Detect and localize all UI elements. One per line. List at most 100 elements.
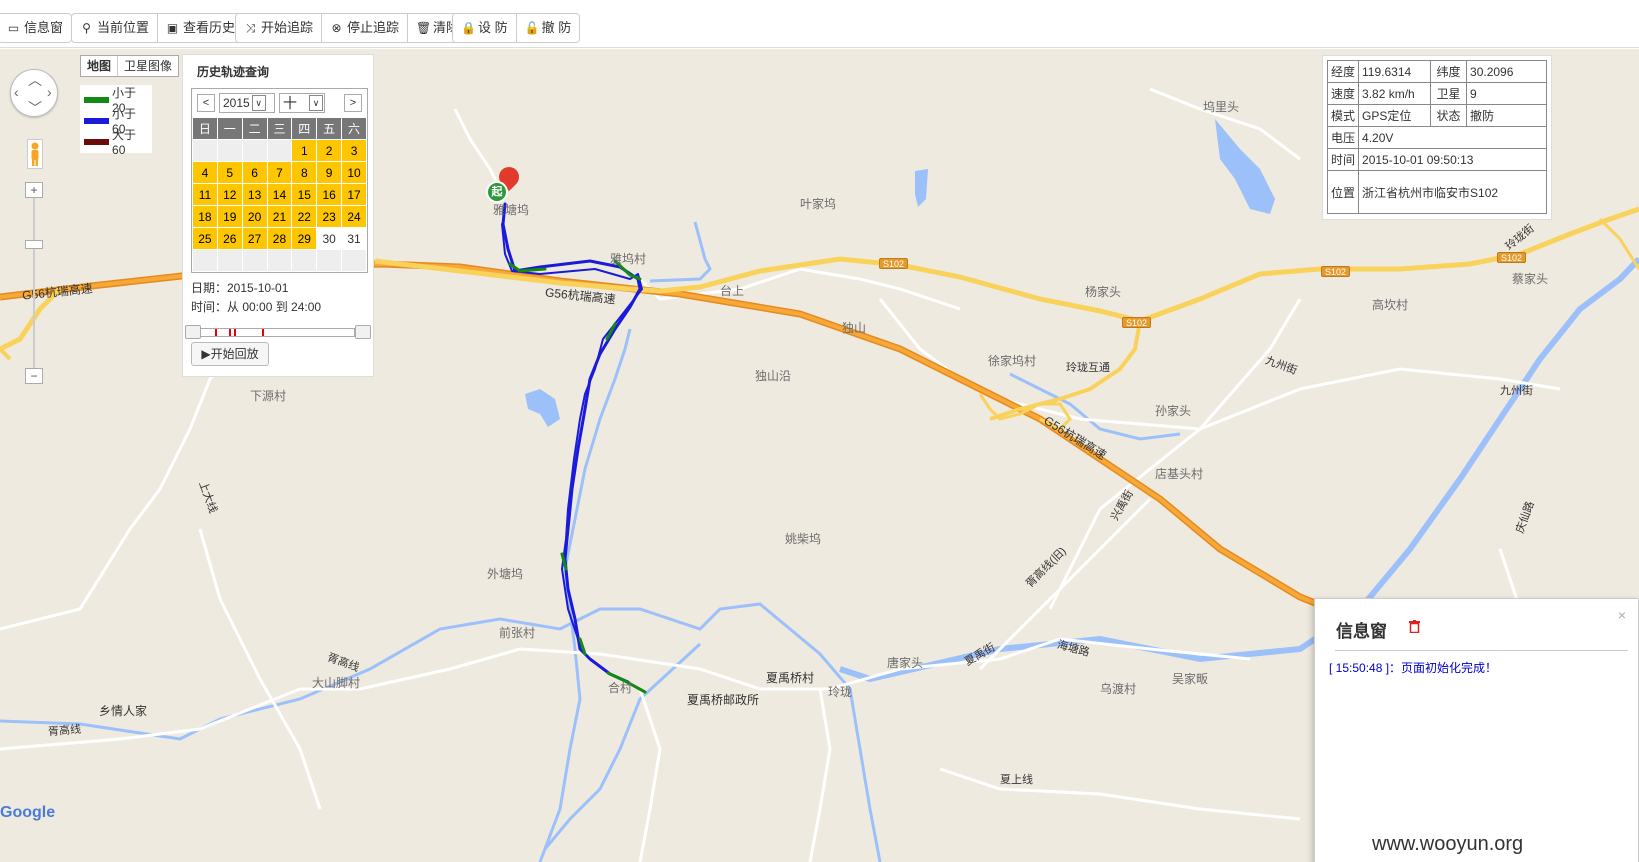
calendar-day[interactable]: 6 [241, 161, 268, 184]
calendar-day[interactable]: 2 [316, 139, 343, 162]
slider-start-handle[interactable] [185, 325, 201, 339]
calendar-empty-cell [192, 139, 218, 162]
calendar-day[interactable]: 9 [316, 161, 343, 184]
status-value: 3.82 km/h [1358, 82, 1432, 105]
calendar-day[interactable]: 27 [241, 227, 268, 250]
calendar-day[interactable]: 17 [341, 183, 367, 206]
pan-control[interactable]: ︿ ﹀ ‹ › [10, 69, 58, 117]
zoom-out-button[interactable]: − [25, 368, 43, 384]
year-select[interactable]: 2015 ∨ [219, 93, 275, 113]
activity-mark [262, 329, 264, 336]
calendar-day[interactable]: 25 [192, 227, 218, 250]
village-label: 坞里头 [1203, 100, 1240, 114]
calendar-day[interactable]: 26 [216, 227, 243, 250]
calendar-empty-cell [216, 139, 243, 162]
calendar-day[interactable]: 7 [266, 161, 293, 184]
village-label: 前张村 [499, 626, 536, 640]
village-label: 合村 [608, 681, 633, 695]
start-marker-icon[interactable]: 起 [486, 181, 508, 203]
status-key: 位置 [1326, 170, 1360, 214]
village-label: 唐家头 [887, 656, 924, 670]
info-window-label: 信息窗 [24, 20, 64, 35]
map-type-map[interactable]: 地图 [81, 56, 119, 76]
disarm-label: 撤 防 [541, 20, 572, 35]
calendar-day[interactable]: 31 [341, 227, 367, 250]
village-label: 孙家头 [1155, 404, 1192, 418]
zoom-in-button[interactable]: + [25, 182, 43, 198]
pan-right-icon[interactable]: › [47, 84, 52, 100]
slider-end-handle[interactable] [355, 325, 371, 339]
current-position-button[interactable]: ⚲ 当前位置 [72, 14, 159, 42]
status-key: 时间 [1326, 148, 1360, 171]
calendar-day[interactable]: 21 [266, 205, 293, 228]
date-line: 日期：2015-10-01 [191, 281, 289, 295]
calendar-day[interactable]: 28 [266, 227, 293, 250]
street-view-pegman-icon[interactable] [27, 139, 43, 169]
calendar-day[interactable]: 29 [291, 227, 318, 250]
arm-button[interactable]: 🔒 设 防 [453, 14, 517, 42]
calendar-day[interactable]: 11 [192, 183, 218, 206]
chevron-down-icon: ∨ [251, 95, 266, 111]
calendar-empty-cell [216, 249, 243, 272]
status-value: 119.6314 [1358, 60, 1432, 83]
village-label: 雅塘坞 [493, 203, 530, 217]
view-history-button[interactable]: ▣ 查看历史 [158, 14, 244, 42]
calendar-day[interactable]: 24 [341, 205, 367, 228]
calendar-day[interactable]: 15 [291, 183, 318, 206]
weekday-header: 三 [266, 117, 293, 140]
calendar-day[interactable]: 19 [216, 205, 243, 228]
status-key: 经度 [1326, 60, 1360, 83]
start-tracking-button[interactable]: ⤨ 开始追踪 [236, 14, 323, 42]
pan-down-icon[interactable]: ﹀ [28, 98, 42, 118]
pan-up-icon[interactable]: ︿ [28, 70, 42, 90]
calendar-day[interactable]: 4 [192, 161, 218, 184]
arm-group: 🔒 设 防 🔓 撤 防 [452, 13, 581, 43]
status-value: 9 [1466, 82, 1547, 105]
zoom-thumb[interactable] [25, 240, 43, 249]
legend-swatch [84, 96, 110, 103]
calendar-grid: 日一二三四五六 1 2 3 4 5 6 7 8 9 10 11 12 13 14 15 16 17 18 19 20 2… [192, 117, 367, 272]
month-select[interactable]: 十 ∨ [279, 93, 325, 113]
view-history-label: 查看历史 [183, 20, 236, 35]
village-label: 外塘坞 [487, 567, 524, 581]
time-range-slider[interactable] [185, 325, 371, 339]
calendar-day[interactable]: 1 [291, 139, 318, 162]
calendar-day[interactable]: 10 [341, 161, 367, 184]
weekday-header: 二 [241, 117, 268, 140]
disarm-button[interactable]: 🔓 撤 防 [516, 14, 580, 42]
prev-month-button[interactable]: < [197, 94, 215, 112]
calendar-day[interactable]: 3 [341, 139, 367, 162]
calendar-empty-cell [291, 249, 318, 272]
calendar-day[interactable]: 8 [291, 161, 318, 184]
calendar-day[interactable]: 23 [316, 205, 343, 228]
weekday-header: 六 [341, 117, 367, 140]
legend-row: 大于60 [84, 128, 148, 157]
zoom-slider[interactable]: + − [25, 182, 43, 392]
road-label: 九州街 [1500, 385, 1533, 397]
calendar-day[interactable]: 13 [241, 183, 268, 206]
zoom-track[interactable] [33, 198, 35, 374]
calendar-day[interactable]: 18 [192, 205, 218, 228]
village-label: 乡情人家 [99, 704, 148, 718]
info-window-button[interactable]: ▭ 信息窗 [0, 14, 72, 42]
start-playback-button[interactable]: ▶开始回放 [191, 342, 269, 366]
calendar-day[interactable]: 12 [216, 183, 243, 206]
stop-tracking-button[interactable]: ⊗ 停止追踪 [322, 14, 409, 42]
calendar-day[interactable]: 16 [316, 183, 343, 206]
calendar-day[interactable]: 20 [241, 205, 268, 228]
map-canvas[interactable]: G56杭瑞高速 G56杭瑞高速 G56杭瑞高速 S102 S102 S102 S… [0, 49, 1639, 862]
calendar-day[interactable]: 5 [216, 161, 243, 184]
map-type-satellite[interactable]: 卫星图像 [118, 56, 178, 76]
calendar-empty-cell [241, 249, 268, 272]
current-position-label: 当前位置 [97, 20, 150, 35]
trash-icon[interactable] [1409, 620, 1420, 636]
divider [1335, 650, 1628, 651]
calendar-day[interactable]: 30 [316, 227, 343, 250]
pan-left-icon[interactable]: ‹ [14, 84, 19, 100]
status-key: 电压 [1326, 126, 1360, 149]
laptop-icon: ▭ [7, 20, 20, 35]
close-icon[interactable]: × [1618, 607, 1626, 623]
calendar-day[interactable]: 14 [266, 183, 293, 206]
calendar-day[interactable]: 22 [291, 205, 318, 228]
next-month-button[interactable]: > [344, 94, 362, 112]
